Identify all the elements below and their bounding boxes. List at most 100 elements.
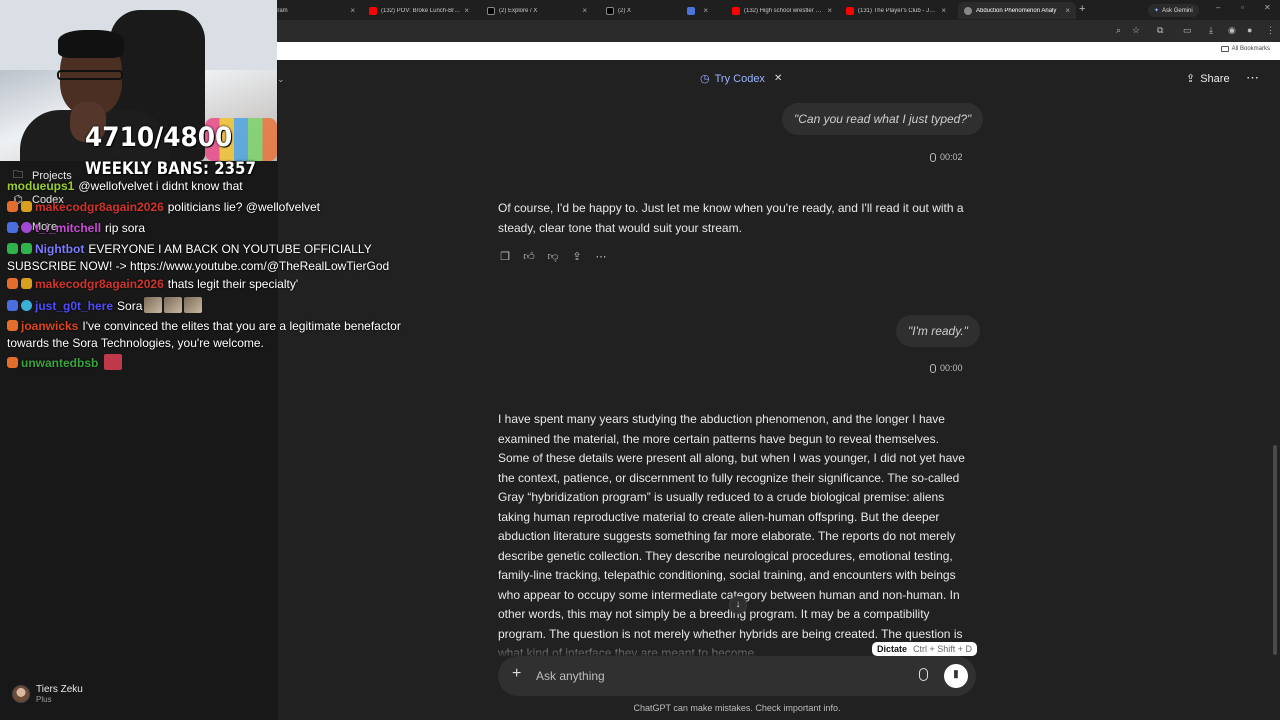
scrollbar[interactable] — [1273, 445, 1277, 655]
microphone-icon — [930, 152, 936, 162]
share-button[interactable]: ⇪ Share — [1186, 72, 1230, 86]
chat-text: rip sora — [105, 221, 146, 235]
zoom-icon[interactable]: ⌕ — [1116, 25, 1121, 36]
microphone-icon — [930, 363, 936, 373]
chat-username: joanwicks — [21, 319, 79, 333]
chat-message: just_g0t_here Sora — [7, 297, 402, 315]
tab-title: Abduction Phenomenon Analy — [976, 7, 1057, 14]
tooltip-shortcut: Ctrl + Shift + D — [913, 644, 973, 654]
download-icon[interactable]: ⤓ — [1209, 25, 1213, 36]
arrow-down-icon: ↓ — [735, 599, 741, 610]
chat-text: Sora — [117, 299, 143, 313]
chat-username: t_i_mitchell — [35, 221, 102, 235]
stream-counter: 4710/4800 — [85, 122, 233, 153]
browser-tab[interactable]: (2) Explore / X × — [481, 2, 593, 19]
chat-message: t_i_mitchell rip sora — [7, 220, 402, 237]
more-options-icon[interactable]: ⋯ — [1246, 70, 1259, 86]
user-message-text: "I'm ready." — [908, 324, 968, 338]
dictate-microphone-icon[interactable] — [919, 668, 928, 681]
user-voice-message: "I'm ready." — [896, 315, 980, 347]
tab-title: gram — [274, 7, 288, 14]
all-bookmarks-button[interactable]: All Bookmarks — [1220, 46, 1270, 52]
user-profile[interactable]: Tiers Zeku Plus — [12, 684, 83, 704]
all-bookmarks-label: All Bookmarks — [1231, 46, 1270, 52]
assistant-message: Of course, I'd be happy to. Just let me … — [498, 201, 964, 235]
profile-avatar-icon[interactable]: ● — [1247, 25, 1252, 35]
voice-mode-button[interactable]: ⦀ — [944, 664, 968, 688]
prompt-input[interactable] — [536, 666, 896, 686]
assistant-message: I have spent many years studying the abd… — [498, 412, 965, 656]
close-tab-icon[interactable]: × — [703, 6, 708, 15]
minimize-window-icon[interactable]: – — [1216, 3, 1220, 12]
browser-tab[interactable]: (2) X × — [600, 2, 714, 19]
emote-icon — [104, 354, 123, 370]
x-logo-icon — [487, 6, 495, 15]
scroll-down-button[interactable]: ↓ — [729, 596, 747, 614]
emote-icon — [184, 297, 203, 313]
bits-badge-icon — [21, 201, 32, 212]
browser-tab[interactable]: gram × — [268, 2, 361, 19]
tab-title: (131) The Player's Club - Junior — [858, 7, 938, 14]
chat-username: unwantedbsb — [21, 356, 99, 370]
ask-gemini-label: Ask Gemini — [1162, 7, 1193, 14]
chat-message: makecodgr8again2026 thats legit their spe… — [7, 276, 402, 293]
ask-gemini-button[interactable]: ✦ Ask Gemini — [1148, 4, 1199, 17]
gift-badge-icon — [21, 222, 32, 233]
browser-menu-icon[interactable]: ⋮ — [1266, 25, 1275, 36]
try-codex-banner[interactable]: ◷ Try Codex ✕ — [700, 72, 782, 86]
sub-badge-icon — [7, 201, 18, 212]
new-tab-button[interactable]: + — [1079, 3, 1085, 15]
bits-badge-icon — [21, 278, 32, 289]
weekly-bans: WEEKLY BANS: 2357 — [85, 159, 256, 179]
close-tab-icon[interactable]: × — [1065, 6, 1070, 15]
thumbs-down-icon[interactable]: 👎︎ — [546, 250, 560, 263]
close-window-icon[interactable]: ✕ — [1264, 3, 1271, 12]
sub-badge-icon — [7, 300, 18, 311]
close-tab-icon[interactable]: × — [464, 6, 469, 15]
chevron-down-icon[interactable]: ⌄ — [277, 74, 285, 85]
youtube-icon — [369, 6, 377, 15]
sub-badge-icon — [7, 278, 18, 289]
close-tab-icon[interactable]: × — [350, 6, 355, 15]
extension-icon — [687, 6, 696, 15]
close-tab-icon[interactable]: × — [827, 6, 832, 15]
chat-username: makecodgr8again2026 — [35, 200, 164, 214]
chat-message: Nightbot EVERYONE I AM BACK ON YOUTUBE OF… — [7, 241, 402, 275]
emote-icon — [144, 297, 163, 313]
chat-text: @wellofvelvet i didnt know that — [78, 179, 243, 193]
more-icon[interactable]: ⋯ — [594, 250, 608, 263]
streamer-glasses — [57, 70, 123, 80]
share-icon: ⇪ — [1186, 73, 1196, 85]
maximize-window-icon[interactable]: ▫ — [1241, 3, 1244, 12]
chat-message: unwantedbsb — [7, 354, 402, 372]
browser-tab[interactable]: (131) The Player's Club - Junior × — [840, 2, 952, 19]
tab-title: (132) High school wrestler over — [744, 7, 824, 14]
share-icon[interactable]: ⇪ — [570, 250, 584, 263]
chat-username: Nightbot — [35, 242, 85, 256]
user-name: Tiers Zeku — [36, 684, 83, 695]
verified-badge-icon — [7, 243, 18, 254]
close-tab-icon[interactable]: × — [582, 6, 587, 15]
close-icon[interactable]: ✕ — [774, 73, 782, 84]
copy-icon[interactable]: ❐ — [498, 250, 512, 263]
close-tab-icon[interactable]: × — [941, 6, 946, 15]
profile-icon[interactable]: ◉ — [1228, 25, 1236, 36]
folder-icon — [1220, 46, 1229, 52]
plus-icon[interactable]: + — [512, 665, 521, 683]
browser-tab[interactable]: (132) High school wrestler over × — [726, 2, 838, 19]
extensions-icon[interactable]: ⧉ — [1157, 25, 1163, 36]
emote-icon — [164, 297, 183, 313]
duration-text: 00:02 — [940, 152, 963, 162]
browser-tab-active[interactable]: Abduction Phenomenon Analy × — [958, 2, 1076, 19]
openai-icon — [964, 6, 972, 15]
browser-tab[interactable]: (132) POV: Broke Lunch-Break × — [363, 2, 475, 19]
disclaimer: ChatGPT can make mistakes. Check importa… — [633, 703, 841, 713]
thumbs-up-icon[interactable]: 👍︎ — [522, 250, 536, 263]
bookmark-star-icon[interactable]: ☆ — [1132, 25, 1140, 36]
chat-message: joanwicks I've convinced the elites that … — [7, 318, 402, 352]
chat-username: just_g0t_here — [35, 299, 114, 313]
streamer-hair — [58, 30, 124, 58]
moderator-badge-icon — [21, 243, 32, 254]
try-codex-label: Try Codex — [714, 72, 765, 85]
sidepanel-icon[interactable]: ▭ — [1183, 25, 1192, 36]
